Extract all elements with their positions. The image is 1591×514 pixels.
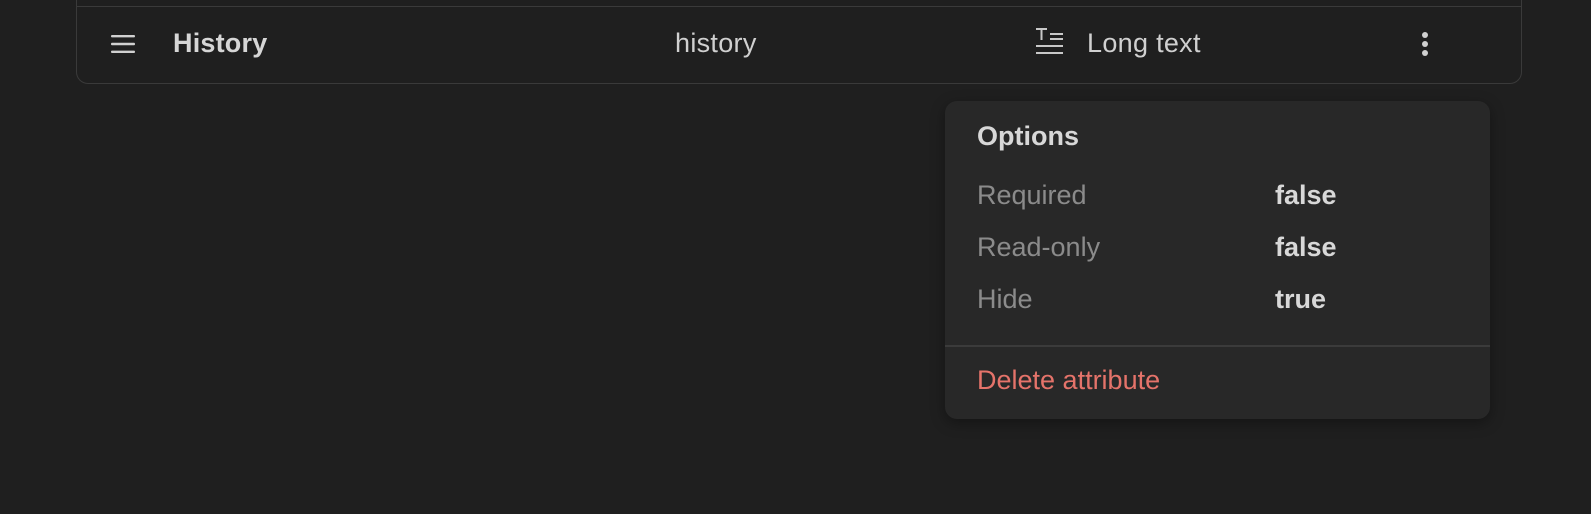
option-read-only[interactable]: Read-only false — [977, 232, 1457, 268]
attribute-name[interactable]: History — [173, 28, 267, 59]
option-label: Required — [977, 180, 1087, 210]
option-label: Hide — [977, 284, 1033, 314]
menu-divider — [945, 345, 1490, 347]
attribute-type[interactable]: Long text — [1087, 28, 1201, 59]
option-value[interactable]: false — [1275, 180, 1337, 211]
row-divider — [77, 6, 1521, 7]
option-required[interactable]: Required false — [977, 180, 1457, 216]
hamburger-icon[interactable] — [111, 34, 135, 54]
page: History history Long text Options Requir… — [0, 0, 1591, 514]
option-label: Read-only — [977, 232, 1101, 262]
option-value[interactable]: false — [1275, 232, 1337, 263]
option-value[interactable]: true — [1275, 284, 1326, 315]
attribute-row: History history Long text — [76, 0, 1522, 84]
attribute-key[interactable]: history — [675, 28, 757, 59]
options-menu-title: Options — [977, 121, 1079, 151]
long-text-icon — [1036, 28, 1063, 54]
kebab-icon[interactable] — [1413, 28, 1437, 60]
option-hide[interactable]: Hide true — [977, 284, 1457, 320]
options-menu: Options Required false Read-only false H… — [945, 101, 1490, 419]
delete-attribute-button[interactable]: Delete attribute — [977, 365, 1160, 396]
